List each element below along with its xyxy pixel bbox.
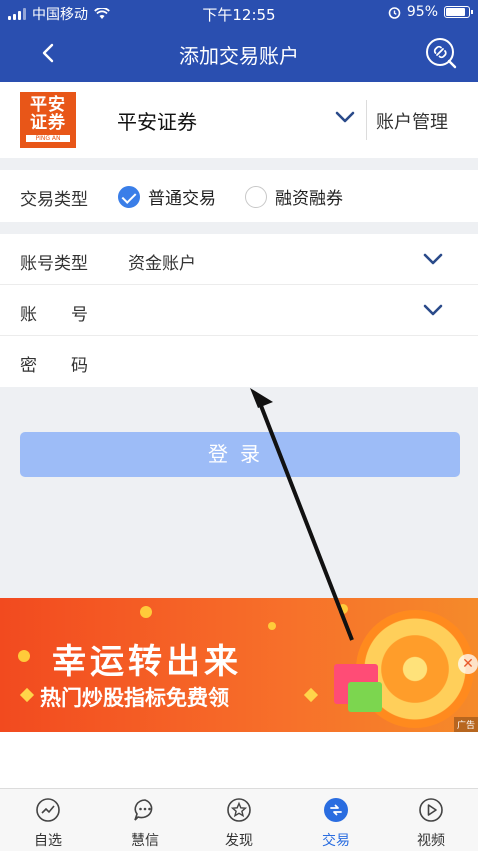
tab-messages[interactable]: 慧信 — [110, 797, 180, 850]
password-row[interactable]: 密 码 — [0, 336, 478, 387]
alarm-icon — [388, 6, 401, 19]
gift-box-image — [348, 682, 382, 712]
tab-discover[interactable]: 发现 — [204, 797, 274, 850]
broker-selector[interactable]: 平安 证券 PING AN 平安证券 账户管理 — [0, 82, 478, 158]
broker-name: 平安证券 — [117, 110, 197, 134]
radio-margin-trade[interactable]: 融资融券 — [245, 184, 343, 209]
unchecked-radio-icon — [245, 185, 267, 208]
password-label: 密 码 — [20, 356, 88, 376]
tab-video[interactable]: 视频 — [396, 797, 466, 850]
ad-headline: 幸运转出来 — [52, 642, 242, 682]
tab-trade[interactable]: 交易 — [301, 797, 371, 850]
account-label: 账 号 — [20, 305, 88, 325]
status-bar: 中国移动 下午12:55 95% — [0, 0, 478, 26]
checked-radio-icon — [118, 185, 140, 208]
account-type-row[interactable]: 账号类型 资金账户 — [0, 234, 478, 285]
radio-normal-trade[interactable]: 普通交易 — [118, 184, 216, 209]
play-icon — [419, 798, 443, 822]
page-title: 添加交易账户 — [179, 44, 299, 68]
diamond-icon — [19, 687, 35, 703]
trade-icon — [324, 798, 348, 822]
blank-area — [0, 732, 478, 788]
battery-icon — [444, 6, 473, 18]
battery-percent: 95% — [406, 4, 438, 20]
login-button[interactable]: 登录 — [20, 432, 460, 477]
close-icon[interactable]: ✕ — [458, 654, 478, 674]
star-icon — [227, 798, 251, 822]
chat-icon — [134, 799, 153, 821]
trade-type-label: 交易类型 — [20, 190, 88, 210]
chevron-down-icon[interactable] — [422, 303, 444, 317]
trade-type-row: 交易类型 普通交易 融资融券 — [0, 170, 478, 222]
trend-icon — [36, 798, 60, 822]
nav-bar: 添加交易账户 — [0, 26, 478, 82]
ad-subline: 热门炒股指标免费领 — [40, 686, 229, 710]
chevron-down-icon[interactable] — [422, 252, 444, 266]
account-manage-button[interactable]: 账户管理 — [376, 108, 448, 134]
account-type-value[interactable]: 资金账户 — [128, 249, 196, 274]
account-type-label: 账号类型 — [20, 254, 88, 274]
chevron-down-icon[interactable] — [334, 110, 356, 124]
diamond-icon — [303, 687, 319, 703]
tab-watchlist[interactable]: 自选 — [13, 797, 83, 850]
link-search-icon[interactable] — [424, 36, 458, 70]
divider — [366, 100, 367, 140]
account-row[interactable]: 账 号 — [0, 285, 478, 336]
tab-bar: 自选 慧信 发现 交易 视频 — [0, 788, 478, 851]
login-form: 账号类型 资金账户 账 号 密 码 — [0, 234, 478, 387]
ad-banner[interactable]: 幸运转出来 热门炒股指标免费领 ✕ 广告 — [0, 598, 478, 732]
ad-tag: 广告 — [453, 717, 478, 732]
pingan-logo: 平安 证券 PING AN — [20, 92, 76, 148]
